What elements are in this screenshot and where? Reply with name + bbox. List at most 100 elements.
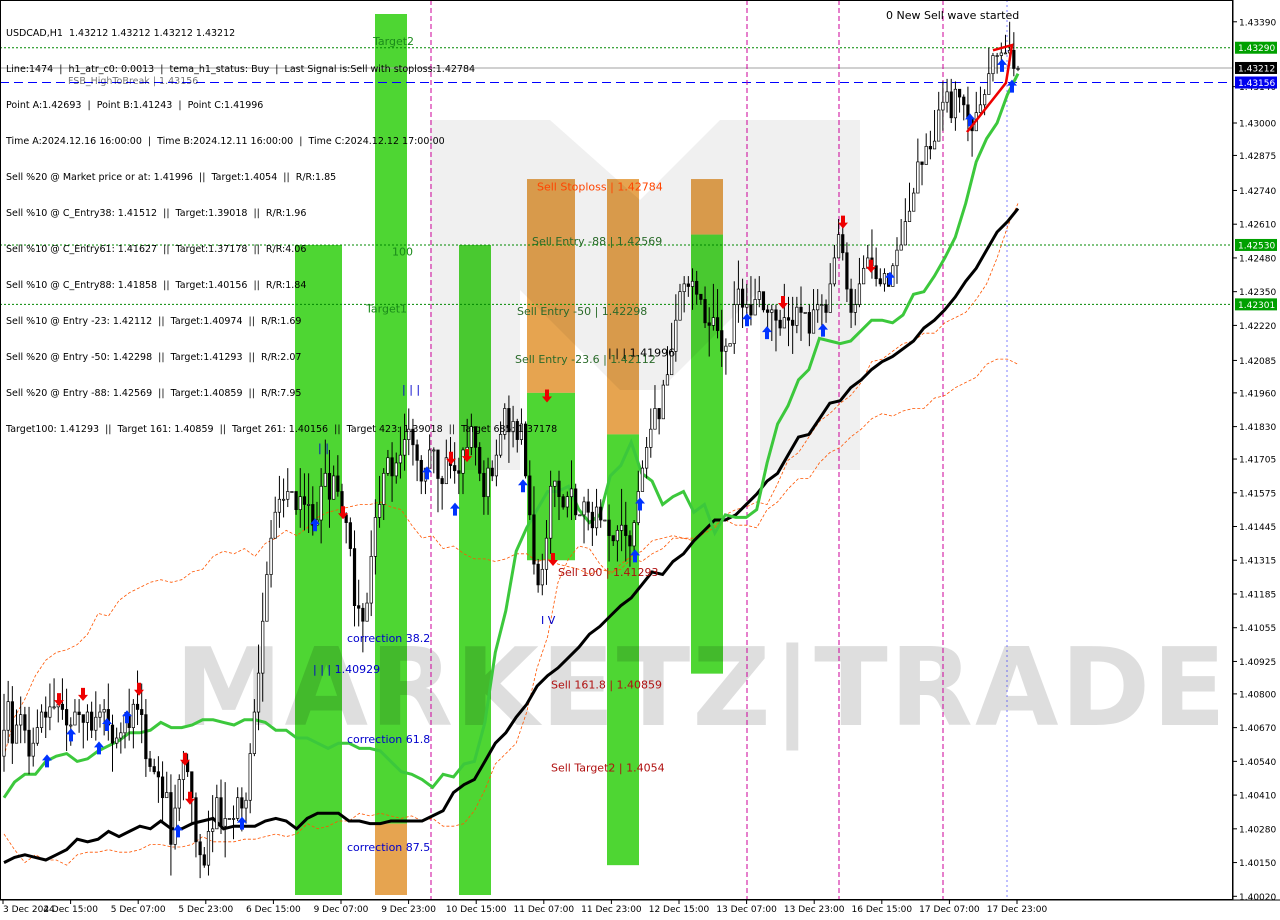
bear-candle-body — [590, 511, 594, 529]
bull-candle-body — [882, 273, 887, 285]
bull-candle-body — [211, 828, 215, 832]
bull-candle-body — [820, 304, 824, 306]
zone-label: Sell Entry -88 | 1.42569 — [532, 235, 662, 248]
bull-candle-body — [307, 504, 311, 506]
price-tick-label: 1.40800 — [1239, 690, 1276, 700]
bull-candle-body — [578, 514, 582, 517]
bull-candle-body — [724, 345, 728, 352]
bull-candle-body — [323, 472, 327, 487]
bear-candle-body — [1012, 49, 1016, 69]
bear-candle-body — [824, 304, 828, 313]
candle — [503, 403, 507, 440]
bear-candle-body — [440, 478, 444, 485]
bear-candle-body — [152, 766, 156, 773]
zone-label: Target2 — [372, 35, 414, 48]
bull-candle-body — [73, 711, 77, 726]
bull-candle-body — [770, 309, 774, 313]
bull-candle-body — [544, 537, 549, 570]
bull-candle-body — [486, 467, 490, 498]
time-tick-label: 13 Dec 07:00 — [716, 905, 777, 915]
bull-candle-body — [98, 711, 102, 718]
zone-label: Target1 — [365, 302, 407, 315]
bull-candle-body — [991, 55, 995, 75]
bull-candle-body — [757, 291, 761, 300]
bear-candle-body — [10, 701, 14, 744]
bull-candle-body — [661, 384, 665, 420]
zone-label: | | — [318, 441, 329, 454]
bull-candle-body — [549, 485, 553, 539]
price-tag-label: 1.43212 — [1238, 64, 1275, 74]
candle — [561, 494, 565, 510]
bear-candle-body — [874, 265, 878, 280]
bull-candle-body — [261, 620, 265, 674]
price-tick-label: 1.41575 — [1239, 489, 1276, 499]
bear-candle-body — [878, 278, 882, 285]
price-tick-label: 1.40150 — [1239, 859, 1276, 869]
bear-candle-body — [686, 283, 690, 287]
bull-candle-body — [281, 498, 286, 501]
bear-candle-body — [23, 714, 27, 731]
bull-candle-body — [895, 249, 899, 267]
candle — [578, 514, 582, 517]
bear-candle-body — [135, 703, 140, 710]
bull-candle-body — [932, 140, 937, 150]
price-chart[interactable]: MARKETZ|TRADE Target2 100 Target1 Sell Stop… — [0, 0, 1280, 920]
bull-candle-body — [6, 701, 10, 731]
bull-candle-body — [795, 306, 799, 326]
time-tick-label: 11 Dec 23:00 — [581, 905, 642, 915]
bear-candle-body — [557, 480, 561, 498]
bear-candle-body — [415, 444, 419, 461]
price-tick-label: 1.42610 — [1239, 221, 1276, 231]
bear-candle-body — [749, 304, 753, 316]
bull-candle-body — [816, 304, 820, 311]
bull-candle-body — [732, 304, 736, 344]
zone-label: correction 61.8 — [347, 733, 430, 746]
bear-candle-body — [302, 496, 307, 505]
bull-candle-body — [35, 727, 39, 744]
bull-candle-body — [899, 244, 903, 251]
zone-label: 100 — [392, 245, 413, 258]
bear-candle-body — [786, 317, 791, 321]
bull-candle-body — [19, 714, 23, 726]
bull-candle-body — [402, 439, 407, 456]
bull-candle-body — [39, 711, 44, 728]
bear-candle-body — [766, 309, 770, 313]
bull-candle-body — [811, 309, 816, 334]
bear-candle-body — [490, 467, 494, 477]
bull-candle-body — [177, 779, 181, 809]
zone-label: Sell 100 | 1.41293 — [558, 566, 659, 579]
bull-candle-body — [2, 729, 6, 757]
bull-candle-body — [227, 818, 231, 820]
zone-label: correction 38.2 — [347, 632, 430, 645]
bear-candle-body — [77, 711, 81, 715]
bear-candle-body — [586, 501, 590, 513]
bull-candle-body — [277, 498, 282, 513]
bull-candle-body — [736, 288, 741, 305]
bull-candle-body — [382, 472, 386, 505]
bull-candle-body — [678, 291, 682, 321]
bear-candle-body — [799, 306, 803, 313]
bull-candle-body — [519, 423, 524, 440]
bull-candle-body — [432, 449, 436, 452]
bull-candle-body — [903, 221, 907, 246]
bull-candle-body — [265, 574, 269, 622]
bear-candle-body — [791, 319, 795, 326]
chart-container[interactable]: MARKETZ|TRADE Target2 100 Target1 Sell Stop… — [0, 0, 1280, 920]
bear-candle-body — [202, 854, 206, 866]
bull-candle-body — [553, 480, 557, 487]
bull-candle-body — [690, 280, 695, 287]
bear-candle-body — [574, 488, 578, 516]
candle — [227, 818, 231, 820]
price-tick-label: 1.41185 — [1239, 590, 1276, 600]
bull-candle-body — [907, 210, 912, 222]
bull-candle-body — [69, 724, 73, 727]
bear-candle-body — [528, 475, 532, 516]
bear-candle-body — [457, 470, 461, 474]
bull-candle-body — [640, 467, 645, 492]
time-tick-label: 13 Dec 23:00 — [784, 905, 845, 915]
bull-candle-body — [941, 101, 945, 111]
time-tick-label: 9 Dec 23:00 — [381, 905, 436, 915]
zone-label: Sell Stoploss | 1.42784 — [537, 180, 663, 193]
bear-candle-body — [436, 449, 440, 479]
bull-candle-body — [912, 192, 916, 212]
